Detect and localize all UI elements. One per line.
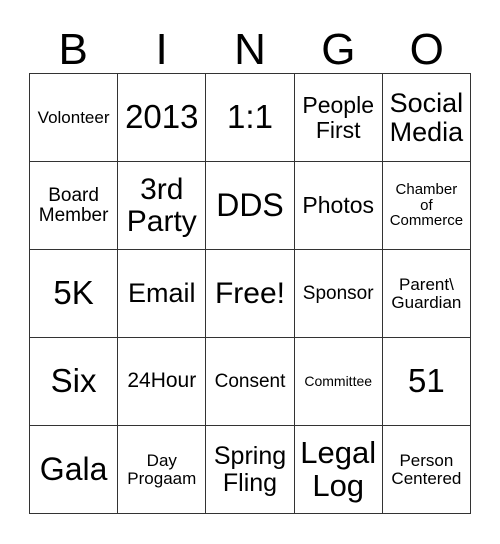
header-letter-g: G (321, 25, 356, 74)
bingo-cell: Social Media (382, 74, 471, 162)
bingo-cell: Spring Fling (206, 426, 295, 514)
bingo-cell: Chamber of Commerce (382, 162, 471, 250)
bingo-card-grid: Volonteer 2013 1:1 People First Social M… (29, 73, 471, 514)
bingo-cell: Board Member (30, 162, 119, 250)
bingo-cell: Gala (30, 426, 119, 514)
header-letter-o: O (409, 25, 444, 74)
header-letter-n: N (234, 25, 266, 74)
bingo-cell: Six (30, 338, 119, 426)
bingo-cell: Free! (206, 250, 295, 338)
header-letter-b: B (58, 25, 88, 74)
bingo-cell: People First (294, 74, 383, 162)
bingo-cell: 1:1 (206, 74, 295, 162)
bingo-cell: Sponsor (294, 250, 383, 338)
bingo-cell: Consent (206, 338, 295, 426)
bingo-cell: 24Hour (118, 338, 207, 426)
bingo-cell: Parent\ Guardian (382, 250, 471, 338)
header-letter-i: I (155, 25, 168, 74)
bingo-cell: Legal Log (294, 426, 383, 514)
bingo-cell: Person Centered (382, 426, 471, 514)
bingo-header: B I N G O (29, 28, 471, 72)
bingo-cell: Committee (294, 338, 383, 426)
bingo-cell: 2013 (118, 74, 207, 162)
bingo-cell: DDS (206, 162, 295, 250)
bingo-cell: 3rd Party (118, 162, 207, 250)
bingo-cell: 51 (382, 338, 471, 426)
bingo-cell: Email (118, 250, 207, 338)
bingo-cell: Day Progaam (118, 426, 207, 514)
bingo-cell: 5K (30, 250, 119, 338)
bingo-cell: Photos (294, 162, 383, 250)
bingo-cell: Volonteer (30, 74, 119, 162)
